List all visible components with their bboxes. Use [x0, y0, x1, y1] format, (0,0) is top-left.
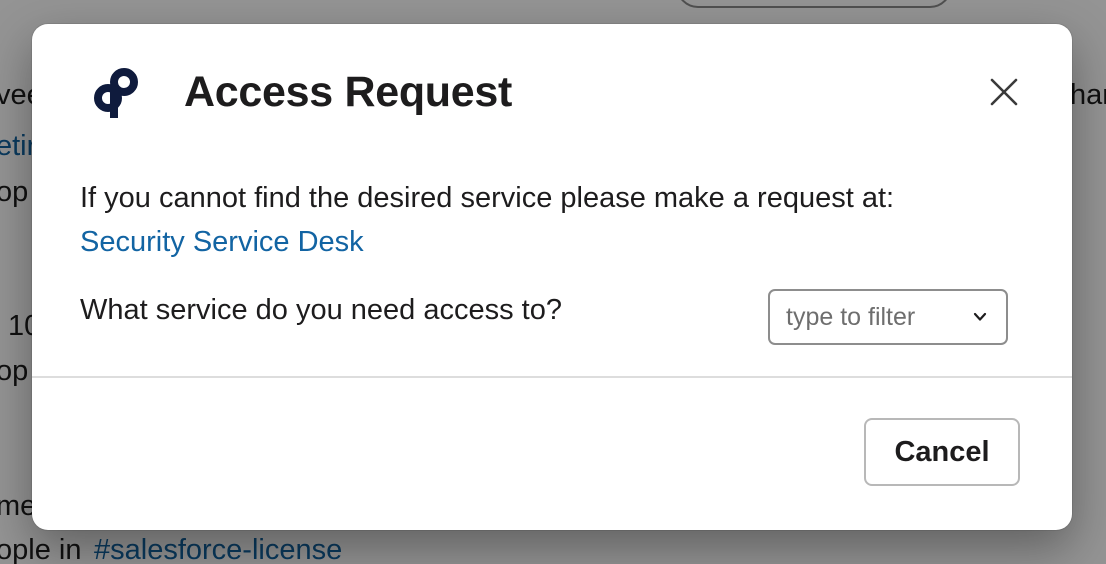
modal-title: Access Request — [184, 68, 513, 116]
app-logo-icon — [88, 66, 144, 122]
chevron-down-icon[interactable] — [972, 309, 988, 325]
service-filter-input[interactable] — [786, 301, 964, 333]
service-select[interactable] — [768, 289, 1008, 345]
cancel-button[interactable]: Cancel — [864, 418, 1020, 486]
instructions-text: If you cannot find the desired service p… — [80, 182, 895, 214]
close-button[interactable] — [982, 72, 1026, 116]
service-question-label: What service do you need access to? — [80, 294, 562, 326]
access-request-modal: Access Request If you cannot find the de… — [32, 24, 1072, 530]
security-service-desk-link[interactable]: Security Service Desk — [80, 226, 364, 259]
close-icon — [990, 78, 1018, 111]
modal-header: Access Request — [32, 24, 1072, 164]
footer-divider — [32, 376, 1072, 378]
